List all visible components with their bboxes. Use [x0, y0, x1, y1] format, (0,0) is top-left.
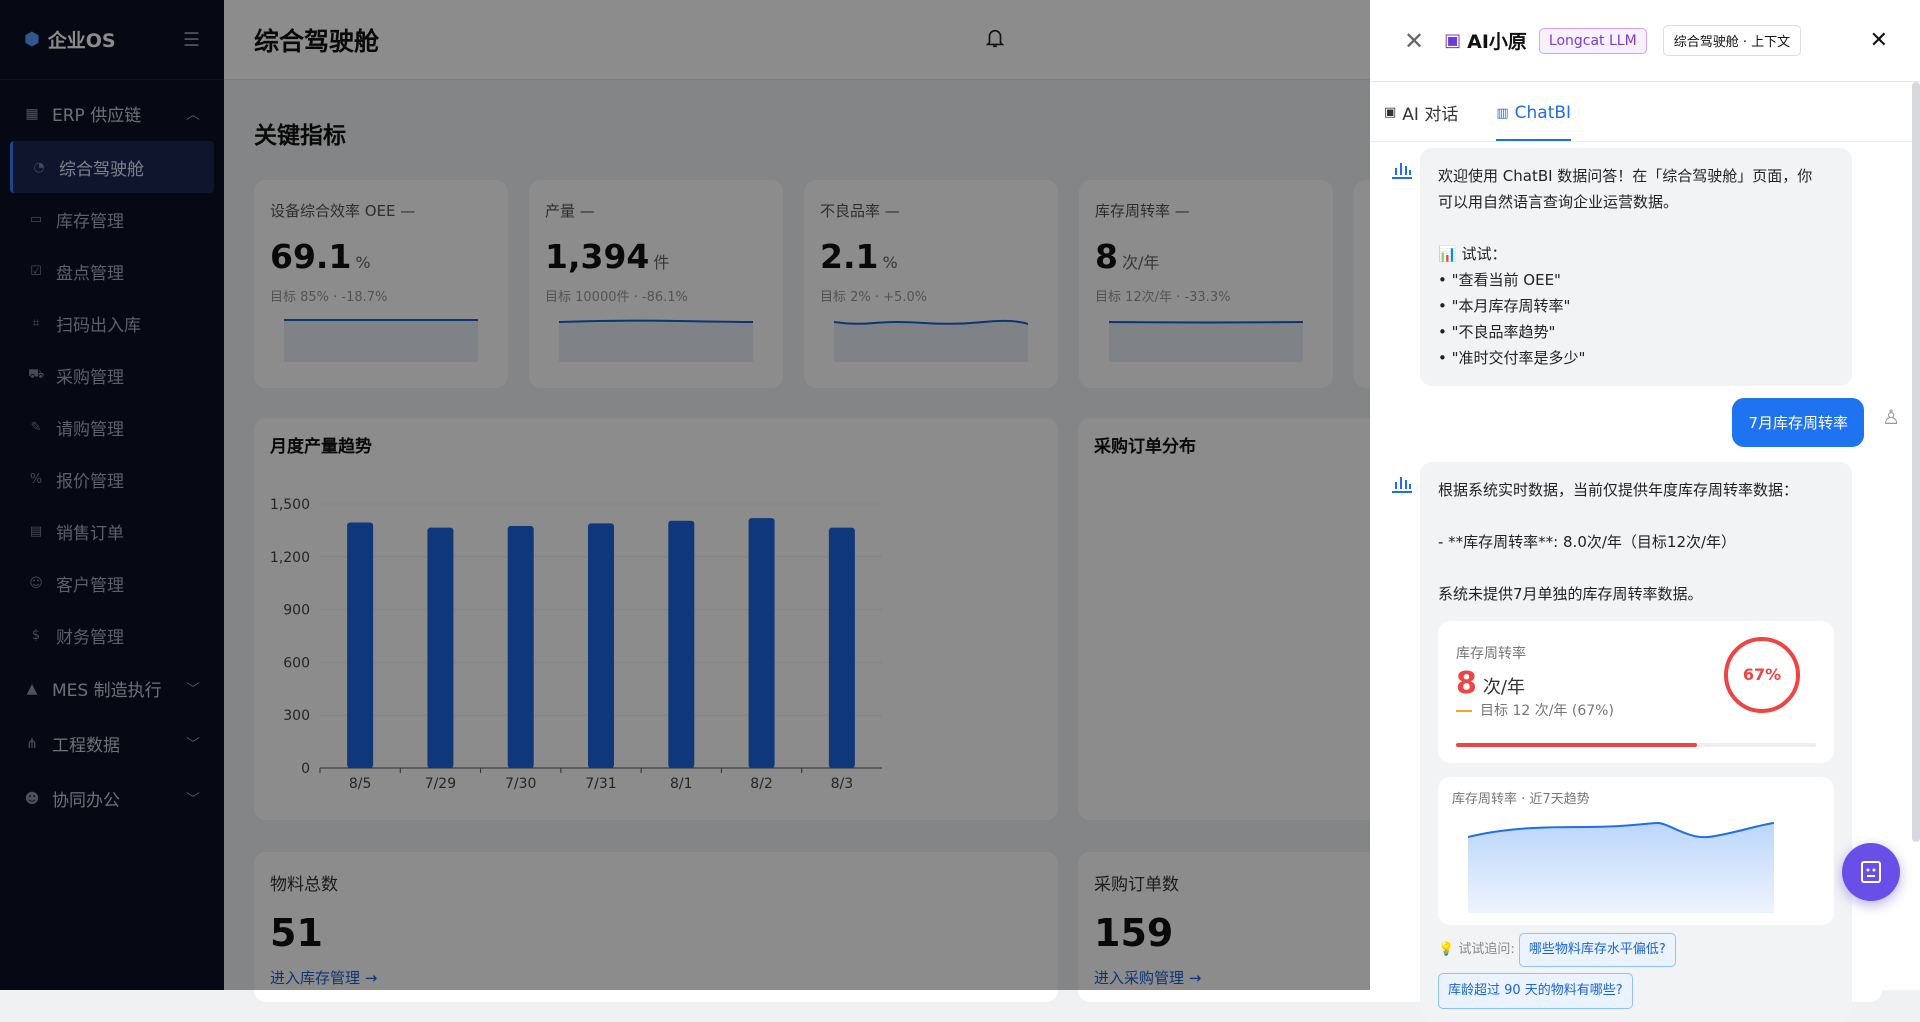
trend-card: 库存周转率 · 近7天趋势	[1438, 777, 1834, 925]
percent-ring: 67%	[1724, 637, 1800, 713]
tab-ai-chat[interactable]: ▣ AI 对话	[1384, 100, 1458, 141]
panel-header: ✕ ▣ AI小原 Longcat LLM 综合驾驶舱 · 上下文 ✕	[1370, 0, 1920, 82]
welcome-message: 欢迎使用 ChatBI 数据问答！在「综合驾驶舱」页面，你 可以用自然语言查询企业…	[1420, 148, 1852, 386]
robot-icon	[1861, 861, 1881, 883]
progress-fill	[1456, 743, 1698, 747]
ai-panel: ✕ ▣ AI小原 Longcat LLM 综合驾驶舱 · 上下文 ✕ ▣ AI 对…	[1370, 0, 1920, 1022]
target-legend	[1456, 710, 1472, 712]
progress-track	[1456, 743, 1816, 747]
scrollbar[interactable]	[1912, 82, 1920, 842]
model-badge: Longcat LLM	[1538, 27, 1647, 54]
robot-icon: ▣	[1384, 105, 1397, 120]
close-icon[interactable]: ✕	[1404, 27, 1424, 55]
user-icon: ♙	[1882, 405, 1900, 429]
bulb-icon: 💡	[1438, 942, 1455, 957]
assistant-name: AI小原	[1467, 31, 1527, 53]
ai-assistant-fab[interactable]	[1842, 843, 1900, 901]
panel-tabs: ▣ AI 对话 ▥ ChatBI	[1370, 82, 1920, 142]
trend-chart	[1468, 821, 1774, 913]
answer-message: 根据系统实时数据，当前仅提供年度库存周转率数据： - **库存周转率**: 8.…	[1420, 462, 1852, 1022]
tab-chatbi[interactable]: ▥ ChatBI	[1496, 103, 1572, 141]
metric-card: 库存周转率 8 次/年 目标 12 次/年 (67%) 67%	[1438, 621, 1834, 763]
user-message: 7月库存周转率	[1732, 398, 1864, 447]
chatbi-icon	[1392, 163, 1412, 179]
robot-icon: ▣	[1444, 30, 1462, 51]
chatbi-icon	[1392, 477, 1412, 493]
suggest-chip-aging[interactable]: 库龄超过 90 天的物料有哪些?	[1438, 973, 1633, 1009]
modal-overlay[interactable]	[0, 0, 1370, 990]
context-badge[interactable]: 综合驾驶舱 · 上下文	[1662, 25, 1802, 56]
bar-chart-icon: ▥	[1496, 105, 1509, 121]
close-panel-icon[interactable]: ✕	[1870, 28, 1888, 53]
suggest-chip-low-stock[interactable]: 哪些物料库存水平偏低?	[1518, 933, 1676, 967]
